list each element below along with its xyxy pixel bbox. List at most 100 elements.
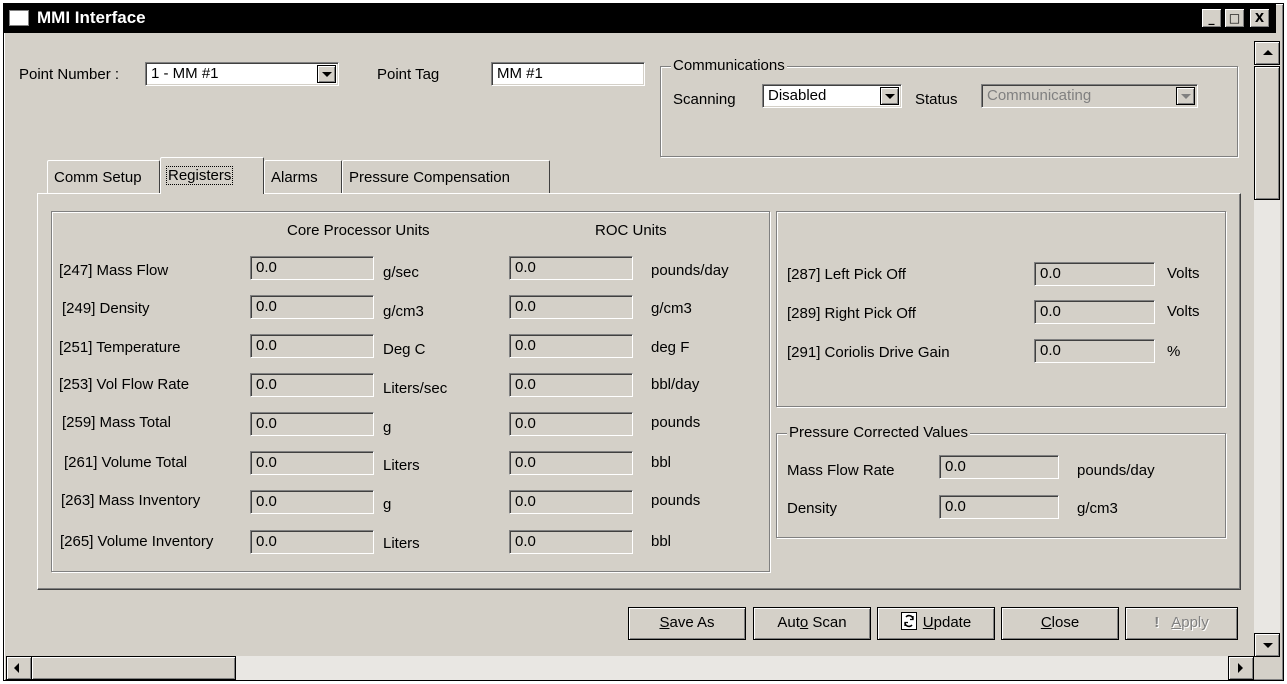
diagnostic-label: [291] Coriolis Drive Gain	[787, 344, 950, 361]
close-window-button[interactable]: X	[1249, 8, 1270, 28]
register-label: [251] Temperature	[59, 339, 181, 356]
roc-value-field: 0.0	[509, 256, 633, 280]
point-tag-value: MM #1	[497, 65, 543, 82]
roc-unit: pounds	[651, 414, 701, 431]
apply-button[interactable]: ! Apply	[1125, 607, 1238, 640]
scroll-up-icon[interactable]	[1254, 41, 1280, 65]
pc-value-field: 0.0	[939, 455, 1059, 479]
roc-value-field: 0.0	[509, 295, 633, 319]
exclamation-icon: !	[1154, 614, 1160, 631]
horizontal-scrollbar[interactable]	[6, 656, 1254, 680]
diagnostic-unit: Volts	[1167, 303, 1200, 320]
scroll-left-icon[interactable]	[6, 656, 32, 680]
roc-unit: pounds/day	[651, 262, 729, 279]
core-value-field: 0.0	[250, 373, 374, 397]
diagnostic-label: [289] Right Pick Off	[787, 305, 916, 322]
core-unit: g	[383, 496, 392, 513]
roc-unit: deg F	[651, 339, 690, 356]
register-label: [261] Volume Total	[64, 454, 188, 471]
core-processor-header: Core Processor Units	[287, 222, 430, 239]
point-tag-label: Point Tag	[377, 66, 440, 83]
core-value-field: 0.0	[250, 490, 374, 514]
refresh-icon	[900, 612, 917, 630]
roc-unit: bbl/day	[651, 376, 700, 393]
roc-unit: bbl	[651, 454, 672, 471]
minimize-button[interactable]: _	[1201, 8, 1222, 28]
core-unit: Deg C	[383, 341, 426, 358]
register-label: [249] Density	[62, 300, 150, 317]
scanning-select[interactable]: Disabled	[762, 84, 902, 108]
chevron-down-icon[interactable]	[880, 87, 899, 105]
title-bar[interactable]: MMI Interface _ □ X	[3, 3, 1276, 33]
diagnostic-unit: Volts	[1167, 265, 1200, 282]
point-number-label: Point Number :	[19, 66, 120, 83]
register-label: [259] Mass Total	[62, 414, 171, 431]
roc-value-field: 0.0	[509, 334, 633, 358]
tab-pressure-compensation[interactable]: Pressure Compensation	[342, 160, 550, 194]
core-value-field: 0.0	[250, 451, 374, 475]
scanning-label: Scanning	[673, 91, 736, 108]
core-value-field: 0.0	[250, 334, 374, 358]
point-number-value: 1 - MM #1	[151, 65, 219, 82]
diagnostic-value-field: 0.0	[1034, 300, 1155, 324]
diagnostic-value-field: 0.0	[1034, 262, 1155, 286]
diagnostic-value-field: 0.0	[1034, 339, 1155, 363]
roc-value-field: 0.0	[509, 412, 633, 436]
pc-unit: pounds/day	[1077, 462, 1155, 479]
communications-group: Communications	[660, 57, 1238, 157]
status-label: Status	[915, 91, 958, 108]
window-icon[interactable]	[9, 10, 29, 26]
roc-value-field: 0.0	[509, 490, 633, 514]
register-label: [247] Mass Flow	[59, 262, 169, 279]
horizontal-scroll-thumb[interactable]	[31, 656, 236, 680]
core-unit: g/cm3	[383, 303, 424, 320]
update-button[interactable]: Update	[877, 607, 995, 640]
status-select: Communicating	[981, 84, 1198, 108]
window-title: MMI Interface	[37, 8, 146, 27]
pc-unit: g/cm3	[1077, 500, 1118, 517]
vertical-scrollbar[interactable]	[1254, 41, 1280, 657]
scroll-right-icon[interactable]	[1228, 656, 1254, 680]
save-as-button[interactable]: Save As	[628, 607, 746, 640]
roc-units-header: ROC Units	[595, 222, 667, 239]
tab-comm-setup[interactable]: Comm Setup	[47, 160, 160, 194]
core-unit: Liters/sec	[383, 380, 448, 397]
pc-value-field: 0.0	[939, 495, 1059, 519]
scroll-down-icon[interactable]	[1254, 633, 1280, 657]
roc-value-field: 0.0	[509, 373, 633, 397]
core-value-field: 0.0	[250, 256, 374, 280]
point-number-select[interactable]: 1 - MM #1	[145, 62, 339, 86]
pressure-corrected-title: Pressure Corrected Values	[787, 424, 970, 441]
core-unit: g	[383, 419, 392, 436]
core-value-field: 0.0	[250, 295, 374, 319]
tab-alarms[interactable]: Alarms	[264, 160, 342, 194]
core-value-field: 0.0	[250, 412, 374, 436]
pressure-corrected-group: Pressure Corrected Values	[776, 424, 1226, 538]
pc-label: Density	[787, 500, 838, 517]
maximize-button[interactable]: □	[1224, 8, 1245, 28]
core-unit: Liters	[383, 535, 420, 552]
status-value: Communicating	[987, 87, 1092, 104]
register-label: [263] Mass Inventory	[61, 492, 201, 509]
point-tag-input[interactable]: MM #1	[491, 62, 645, 86]
core-unit: g/sec	[383, 264, 419, 281]
chevron-down-icon	[1176, 87, 1195, 105]
core-unit: Liters	[383, 457, 420, 474]
pc-label: Mass Flow Rate	[787, 462, 895, 479]
vertical-scroll-thumb[interactable]	[1254, 66, 1280, 200]
register-label: [253] Vol Flow Rate	[59, 376, 190, 393]
diagnostic-label: [287] Left Pick Off	[787, 266, 906, 283]
communications-title: Communications	[671, 57, 787, 74]
roc-unit: g/cm3	[651, 300, 692, 317]
chevron-down-icon[interactable]	[317, 65, 336, 83]
close-button[interactable]: Close	[1001, 607, 1119, 640]
roc-value-field: 0.0	[509, 530, 633, 554]
roc-value-field: 0.0	[509, 451, 633, 475]
roc-unit: bbl	[651, 533, 672, 550]
tab-registers[interactable]: Registers	[160, 157, 264, 194]
roc-unit: pounds	[651, 492, 701, 509]
core-value-field: 0.0	[250, 530, 374, 554]
diagnostic-unit: %	[1167, 343, 1181, 360]
auto-scan-button[interactable]: Auto Scan	[753, 607, 871, 640]
scanning-value: Disabled	[768, 87, 827, 104]
